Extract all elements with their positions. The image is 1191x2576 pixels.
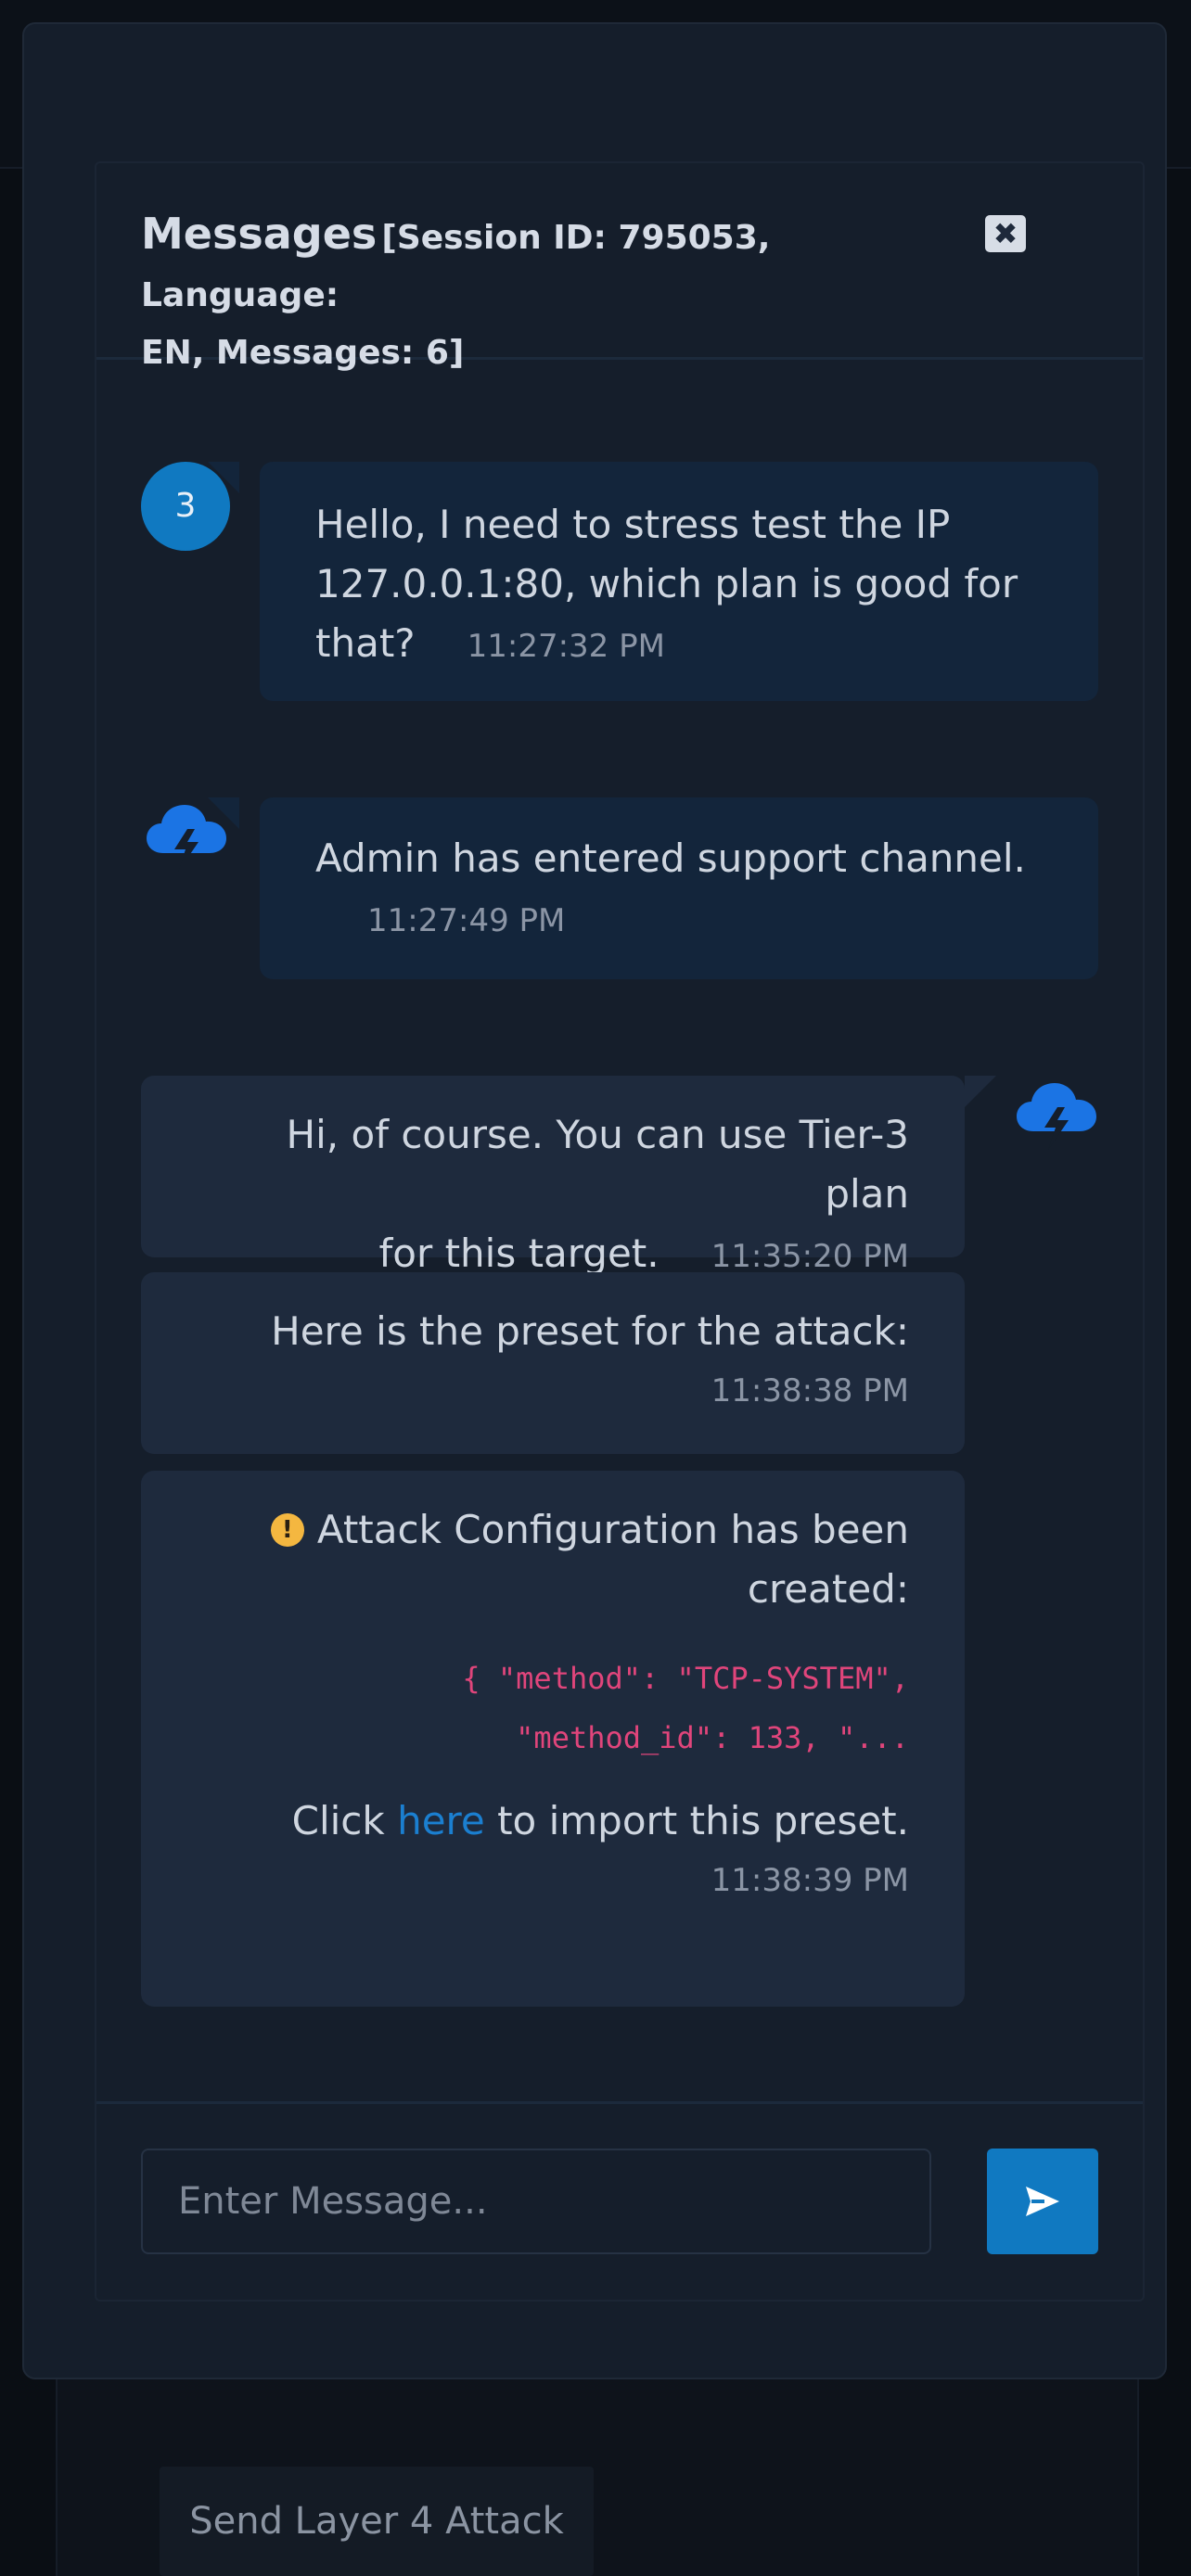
bubble-tail [208,462,239,493]
chat-card: Messages [Session ID: 795053, Language: E… [95,161,1145,2302]
lightning-cloud-icon [1017,1083,1096,1150]
message-text: Click [291,1798,398,1843]
message-time: 11:35:20 PM [711,1238,909,1275]
message-bubble-system: Admin has entered support channel. 11:27… [260,797,1098,979]
exclamation-circle-icon: ! [270,1513,304,1547]
message-bubble-admin: Hi, of course. You can use Tier-3 plan f… [141,1076,965,1276]
message-bubble-admin-preset: ! Attack Configuration has been created: … [141,1471,965,2007]
message-time: 11:38:38 PM [711,1372,909,1409]
chat-title-text: Messages [141,209,378,259]
message-text: Admin has entered support channel. [315,835,1026,881]
chat-title: Messages [Session ID: 795053, Language: E… [141,208,976,385]
message-time: 11:27:32 PM [467,628,665,665]
close-button[interactable]: ✖ [985,215,1026,252]
message-text: Hi, of course. You can use Tier-3 plan [286,1112,909,1217]
send-layer4-attack-button[interactable]: Send Layer 4 Attack [160,2467,594,2576]
send-icon [1026,2187,1059,2216]
message-text: created: [747,1566,909,1612]
message-text: for this target. [378,1231,660,1276]
message-time: 11:27:49 PM [367,902,566,939]
close-icon: ✖ [992,216,1018,251]
message-text: Here is the preset for the attack: [271,1308,909,1354]
send-button[interactable] [987,2149,1098,2254]
message-text: 127.0.0.1:80, which plan is good for [315,561,1018,606]
import-preset-link[interactable]: here [397,1798,485,1843]
chat-footer [96,2101,1143,2300]
message-input[interactable] [141,2149,931,2254]
preset-code: { "method": "TCP-SYSTEM", "method_id": 1… [462,1661,909,1755]
message-text: Attack Configuration has been [316,1507,909,1552]
message-text: that? [315,620,416,666]
chat-header: Messages [Session ID: 795053, Language: E… [96,163,1143,372]
message-text: to import this preset. [484,1798,909,1843]
message-text: Hello, I need to stress test the IP [315,502,951,547]
message-bubble-admin: Here is the preset for the attack: 11:38… [141,1272,965,1454]
bubble-tail [208,797,239,829]
message-time: 11:38:39 PM [711,1862,909,1899]
chat-modal: Messages [Session ID: 795053, Language: E… [22,22,1167,2379]
message-bubble-user: Hello, I need to stress test the IP 127.… [260,462,1098,701]
bubble-tail [965,1076,996,1107]
